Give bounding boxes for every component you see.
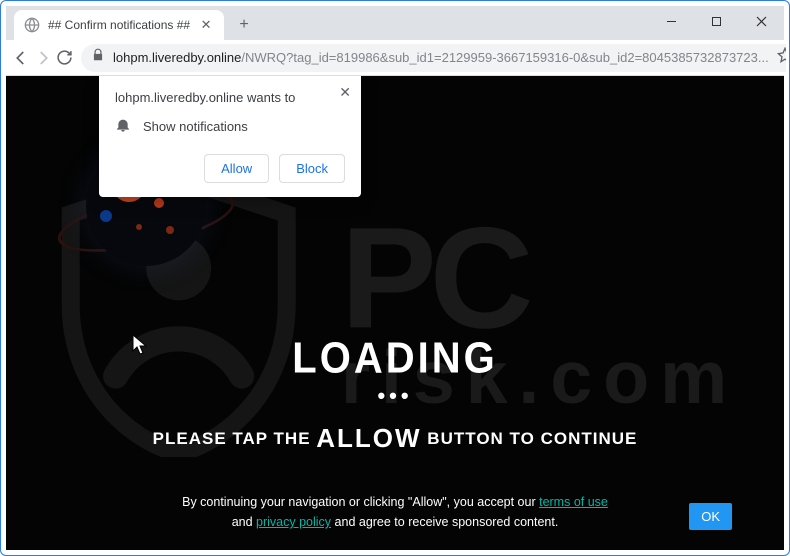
window-close-button[interactable]	[739, 6, 784, 36]
window-controls	[649, 6, 784, 36]
block-button[interactable]: Block	[279, 154, 345, 183]
url-text: lohpm.liveredby.online/NWRQ?tag_id=81998…	[113, 50, 769, 65]
notification-permission-popup: ✕ lohpm.liveredby.online wants to Show n…	[99, 76, 361, 197]
allow-button[interactable]: Allow	[204, 154, 269, 183]
forward-button[interactable]	[34, 43, 52, 73]
loading-heading: LOADING	[6, 334, 784, 384]
tab-title: ## Confirm notifications ##	[48, 18, 190, 32]
page-content: PC risk.com LOADING ••• PLEASE TAP THE A…	[6, 76, 784, 550]
titlebar: ## Confirm notifications ## ✕ +	[6, 6, 784, 40]
lock-icon	[91, 48, 105, 67]
popup-origin-text: lohpm.liveredby.online wants to	[115, 90, 345, 105]
globe-icon	[24, 17, 40, 33]
browser-tab[interactable]: ## Confirm notifications ## ✕	[14, 10, 224, 40]
terms-link[interactable]: terms of use	[539, 495, 608, 509]
ok-button[interactable]: OK	[689, 503, 732, 530]
toolbar: lohpm.liveredby.online/NWRQ?tag_id=81998…	[6, 40, 784, 76]
bell-icon	[115, 117, 131, 136]
window-minimize-button[interactable]	[649, 6, 694, 36]
footer-consent: By continuing your navigation or clickin…	[6, 492, 784, 532]
instruction-text: PLEASE TAP THE ALLOW BUTTON TO CONTINUE	[6, 423, 784, 454]
window-maximize-button[interactable]	[694, 6, 739, 36]
privacy-link[interactable]: privacy policy	[256, 515, 331, 529]
new-tab-button[interactable]: +	[230, 11, 258, 39]
back-button[interactable]	[12, 43, 30, 73]
loading-dots: •••	[6, 383, 784, 409]
bookmark-star-icon[interactable]	[777, 47, 790, 68]
tab-close-icon[interactable]: ✕	[198, 17, 214, 33]
popup-close-icon[interactable]: ✕	[339, 84, 351, 101]
popup-capability-text: Show notifications	[143, 119, 248, 134]
reload-button[interactable]	[56, 43, 73, 73]
address-bar[interactable]: lohpm.liveredby.online/NWRQ?tag_id=81998…	[81, 44, 790, 72]
